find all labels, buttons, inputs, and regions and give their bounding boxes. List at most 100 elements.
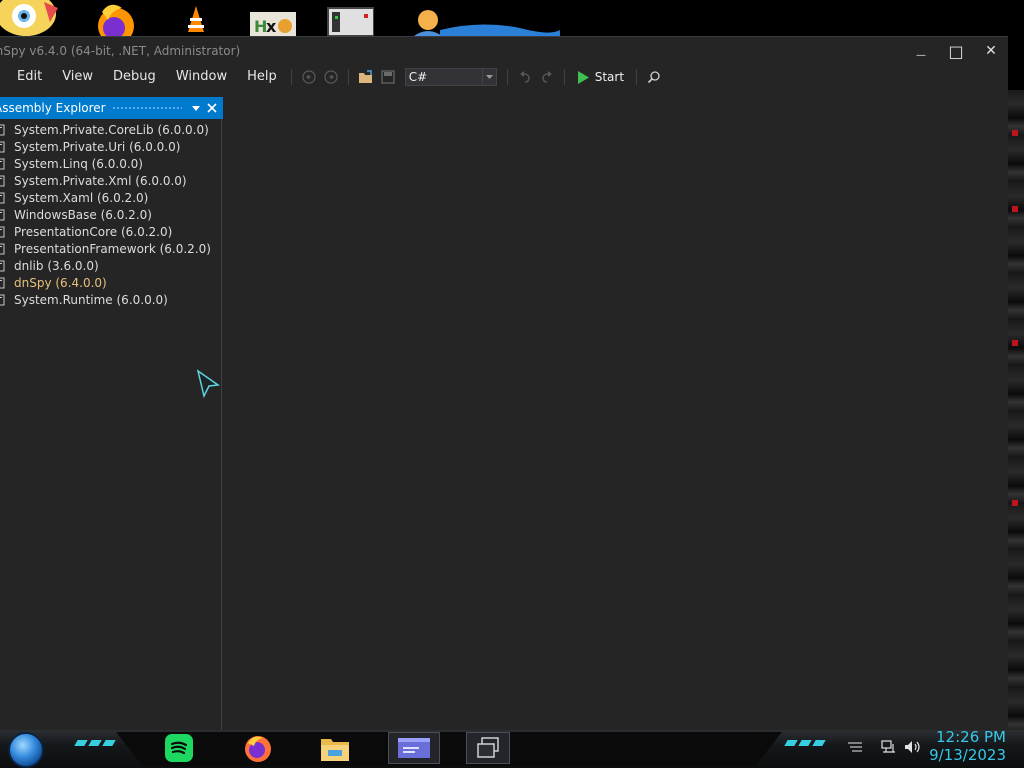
tree-item-label: System.Linq (6.0.0.0) bbox=[14, 156, 143, 171]
taskbar-app-area bbox=[116, 732, 782, 766]
assembly-icon bbox=[0, 260, 5, 271]
menu-help[interactable]: Help bbox=[237, 65, 287, 89]
taskbar bbox=[0, 730, 1024, 768]
panel-options-button[interactable] bbox=[188, 100, 204, 116]
document-area[interactable] bbox=[223, 97, 1008, 731]
assembly-icon bbox=[0, 243, 5, 254]
tree-item-label: System.Xaml (6.0.2.0) bbox=[14, 190, 149, 205]
maximize-button[interactable]: □ bbox=[939, 37, 973, 65]
assembly-icon bbox=[0, 209, 5, 220]
assembly-icon bbox=[0, 124, 5, 135]
tree-item-dnspy[interactable]: dnSpy (6.4.0.0) bbox=[0, 274, 222, 291]
dnspy-window: dnSpy v6.4.0 (64-bit, .NET, Administrato… bbox=[0, 36, 1008, 731]
assembly-tree: System.Private.CoreLib (6.0.0.0) System.… bbox=[0, 121, 222, 308]
file-explorer-icon[interactable] bbox=[318, 732, 352, 764]
tree-item-system-xaml[interactable]: System.Xaml (6.0.2.0) bbox=[0, 189, 222, 206]
tree-item-system-private-xml[interactable]: System.Private.Xml (6.0.0.0) bbox=[0, 172, 222, 189]
tree-item-label: System.Private.Xml (6.0.0.0) bbox=[14, 173, 187, 188]
assembly-explorer-header[interactable]: Assembly Explorer bbox=[0, 97, 223, 119]
tree-item-label: System.Private.Uri (6.0.0.0) bbox=[14, 139, 181, 154]
vlc-icon[interactable] bbox=[172, 0, 220, 36]
svg-text:x: x bbox=[266, 17, 277, 36]
task-view-icon[interactable] bbox=[466, 732, 510, 764]
desktop-wallpaper-accent bbox=[440, 24, 560, 36]
toolbar-separator bbox=[290, 69, 292, 85]
close-button[interactable]: ✕ bbox=[974, 37, 1008, 65]
window-title: dnSpy v6.4.0 (64-bit, .NET, Administrato… bbox=[0, 44, 241, 58]
taskbar-clock[interactable]: 12:26 PM 9/13/2023 bbox=[929, 728, 1006, 764]
menu-view[interactable]: View bbox=[52, 65, 103, 89]
firefox-icon[interactable] bbox=[241, 732, 275, 764]
tree-item-label: PresentationFramework (6.0.2.0) bbox=[14, 241, 211, 256]
taskbar-accent-left bbox=[74, 740, 116, 746]
menu-edit[interactable]: Edit bbox=[0, 65, 52, 89]
clock-time: 12:26 PM bbox=[936, 728, 1006, 746]
clock-date: 9/13/2023 bbox=[929, 746, 1006, 764]
hxd-hex-editor-icon[interactable]: H x bbox=[248, 0, 296, 36]
network-icon[interactable] bbox=[880, 739, 898, 755]
tree-item-label: System.Runtime (6.0.0.0) bbox=[14, 292, 168, 307]
chevron-down-icon bbox=[481, 69, 496, 85]
cartoon-character-icon[interactable] bbox=[0, 0, 64, 36]
spotify-icon[interactable] bbox=[162, 732, 196, 764]
start-button[interactable] bbox=[8, 732, 44, 768]
toolbar-separator bbox=[347, 69, 349, 85]
start-label: Start bbox=[594, 70, 625, 84]
language-dropdown[interactable]: C# bbox=[404, 68, 497, 86]
firefox-nightly-desktop-icon[interactable] bbox=[92, 0, 140, 36]
navigate-back-icon[interactable] bbox=[298, 66, 320, 88]
menu-bar: Edit View Debug Window Help C# Start bbox=[0, 65, 1008, 89]
tree-item-presentationcore[interactable]: PresentationCore (6.0.2.0) bbox=[0, 223, 222, 240]
mouse-cursor-icon bbox=[196, 369, 221, 399]
close-icon: ✕ bbox=[985, 43, 997, 59]
taskbar-accent-right bbox=[784, 740, 826, 746]
close-icon bbox=[207, 103, 217, 113]
tree-item-system-private-uri[interactable]: System.Private.Uri (6.0.0.0) bbox=[0, 138, 222, 155]
assembly-icon bbox=[0, 175, 5, 186]
menu-window[interactable]: Window bbox=[166, 65, 237, 89]
assembly-icon bbox=[0, 158, 5, 169]
title-bar[interactable]: dnSpy v6.4.0 (64-bit, .NET, Administrato… bbox=[0, 37, 1008, 65]
assembly-icon bbox=[0, 294, 5, 305]
tree-item-system-private-corelib[interactable]: System.Private.CoreLib (6.0.0.0) bbox=[0, 121, 222, 138]
desktop: H x dnSpy v6.4.0 (64-bit, .NET, Administ… bbox=[0, 0, 1024, 768]
drag-grip[interactable] bbox=[111, 105, 182, 111]
save-all-icon[interactable] bbox=[377, 66, 399, 88]
assembly-explorer-panel: Assembly Explorer System.Private.CoreLib… bbox=[0, 97, 223, 731]
navigate-forward-icon[interactable] bbox=[320, 66, 342, 88]
minimize-button[interactable]: — bbox=[904, 37, 938, 65]
minimize-icon: — bbox=[916, 49, 926, 61]
assembly-icon bbox=[0, 277, 5, 288]
menu-debug[interactable]: Debug bbox=[103, 65, 166, 89]
toolbar-separator bbox=[506, 69, 508, 85]
start-button[interactable]: Start bbox=[571, 70, 630, 84]
chevron-down-icon bbox=[192, 105, 200, 111]
app-window-desktop-icon[interactable] bbox=[326, 0, 374, 36]
assembly-icon bbox=[0, 226, 5, 237]
tree-item-label: System.Private.CoreLib (6.0.0.0) bbox=[14, 122, 209, 137]
tree-item-system-linq[interactable]: System.Linq (6.0.0.0) bbox=[0, 155, 222, 172]
panel-close-button[interactable] bbox=[204, 100, 220, 116]
toolbar-separator bbox=[636, 69, 638, 85]
tree-item-system-runtime[interactable]: System.Runtime (6.0.0.0) bbox=[0, 291, 222, 308]
tree-item-label: dnSpy (6.4.0.0) bbox=[14, 275, 107, 290]
search-icon[interactable] bbox=[643, 66, 665, 88]
play-icon bbox=[577, 70, 589, 84]
tree-item-label: PresentationCore (6.0.2.0) bbox=[14, 224, 173, 239]
tree-item-label: WindowsBase (6.0.2.0) bbox=[14, 207, 152, 222]
open-folder-icon[interactable] bbox=[355, 66, 377, 88]
show-hidden-icons-icon[interactable] bbox=[846, 739, 864, 755]
maximize-icon: □ bbox=[948, 41, 964, 61]
tree-item-dnlib[interactable]: dnlib (3.6.0.0) bbox=[0, 257, 222, 274]
undo-icon[interactable] bbox=[514, 66, 536, 88]
panel-title: Assembly Explorer bbox=[0, 101, 106, 115]
redo-icon[interactable] bbox=[536, 66, 558, 88]
language-value: C# bbox=[408, 70, 428, 84]
tree-item-label: dnlib (3.6.0.0) bbox=[14, 258, 99, 273]
wallpaper-strip bbox=[1008, 90, 1024, 730]
assembly-icon bbox=[0, 141, 5, 152]
tree-item-presentationframework[interactable]: PresentationFramework (6.0.2.0) bbox=[0, 240, 222, 257]
tree-item-windowsbase[interactable]: WindowsBase (6.0.2.0) bbox=[0, 206, 222, 223]
volume-icon[interactable] bbox=[904, 739, 922, 755]
window-app-icon[interactable] bbox=[388, 732, 440, 764]
